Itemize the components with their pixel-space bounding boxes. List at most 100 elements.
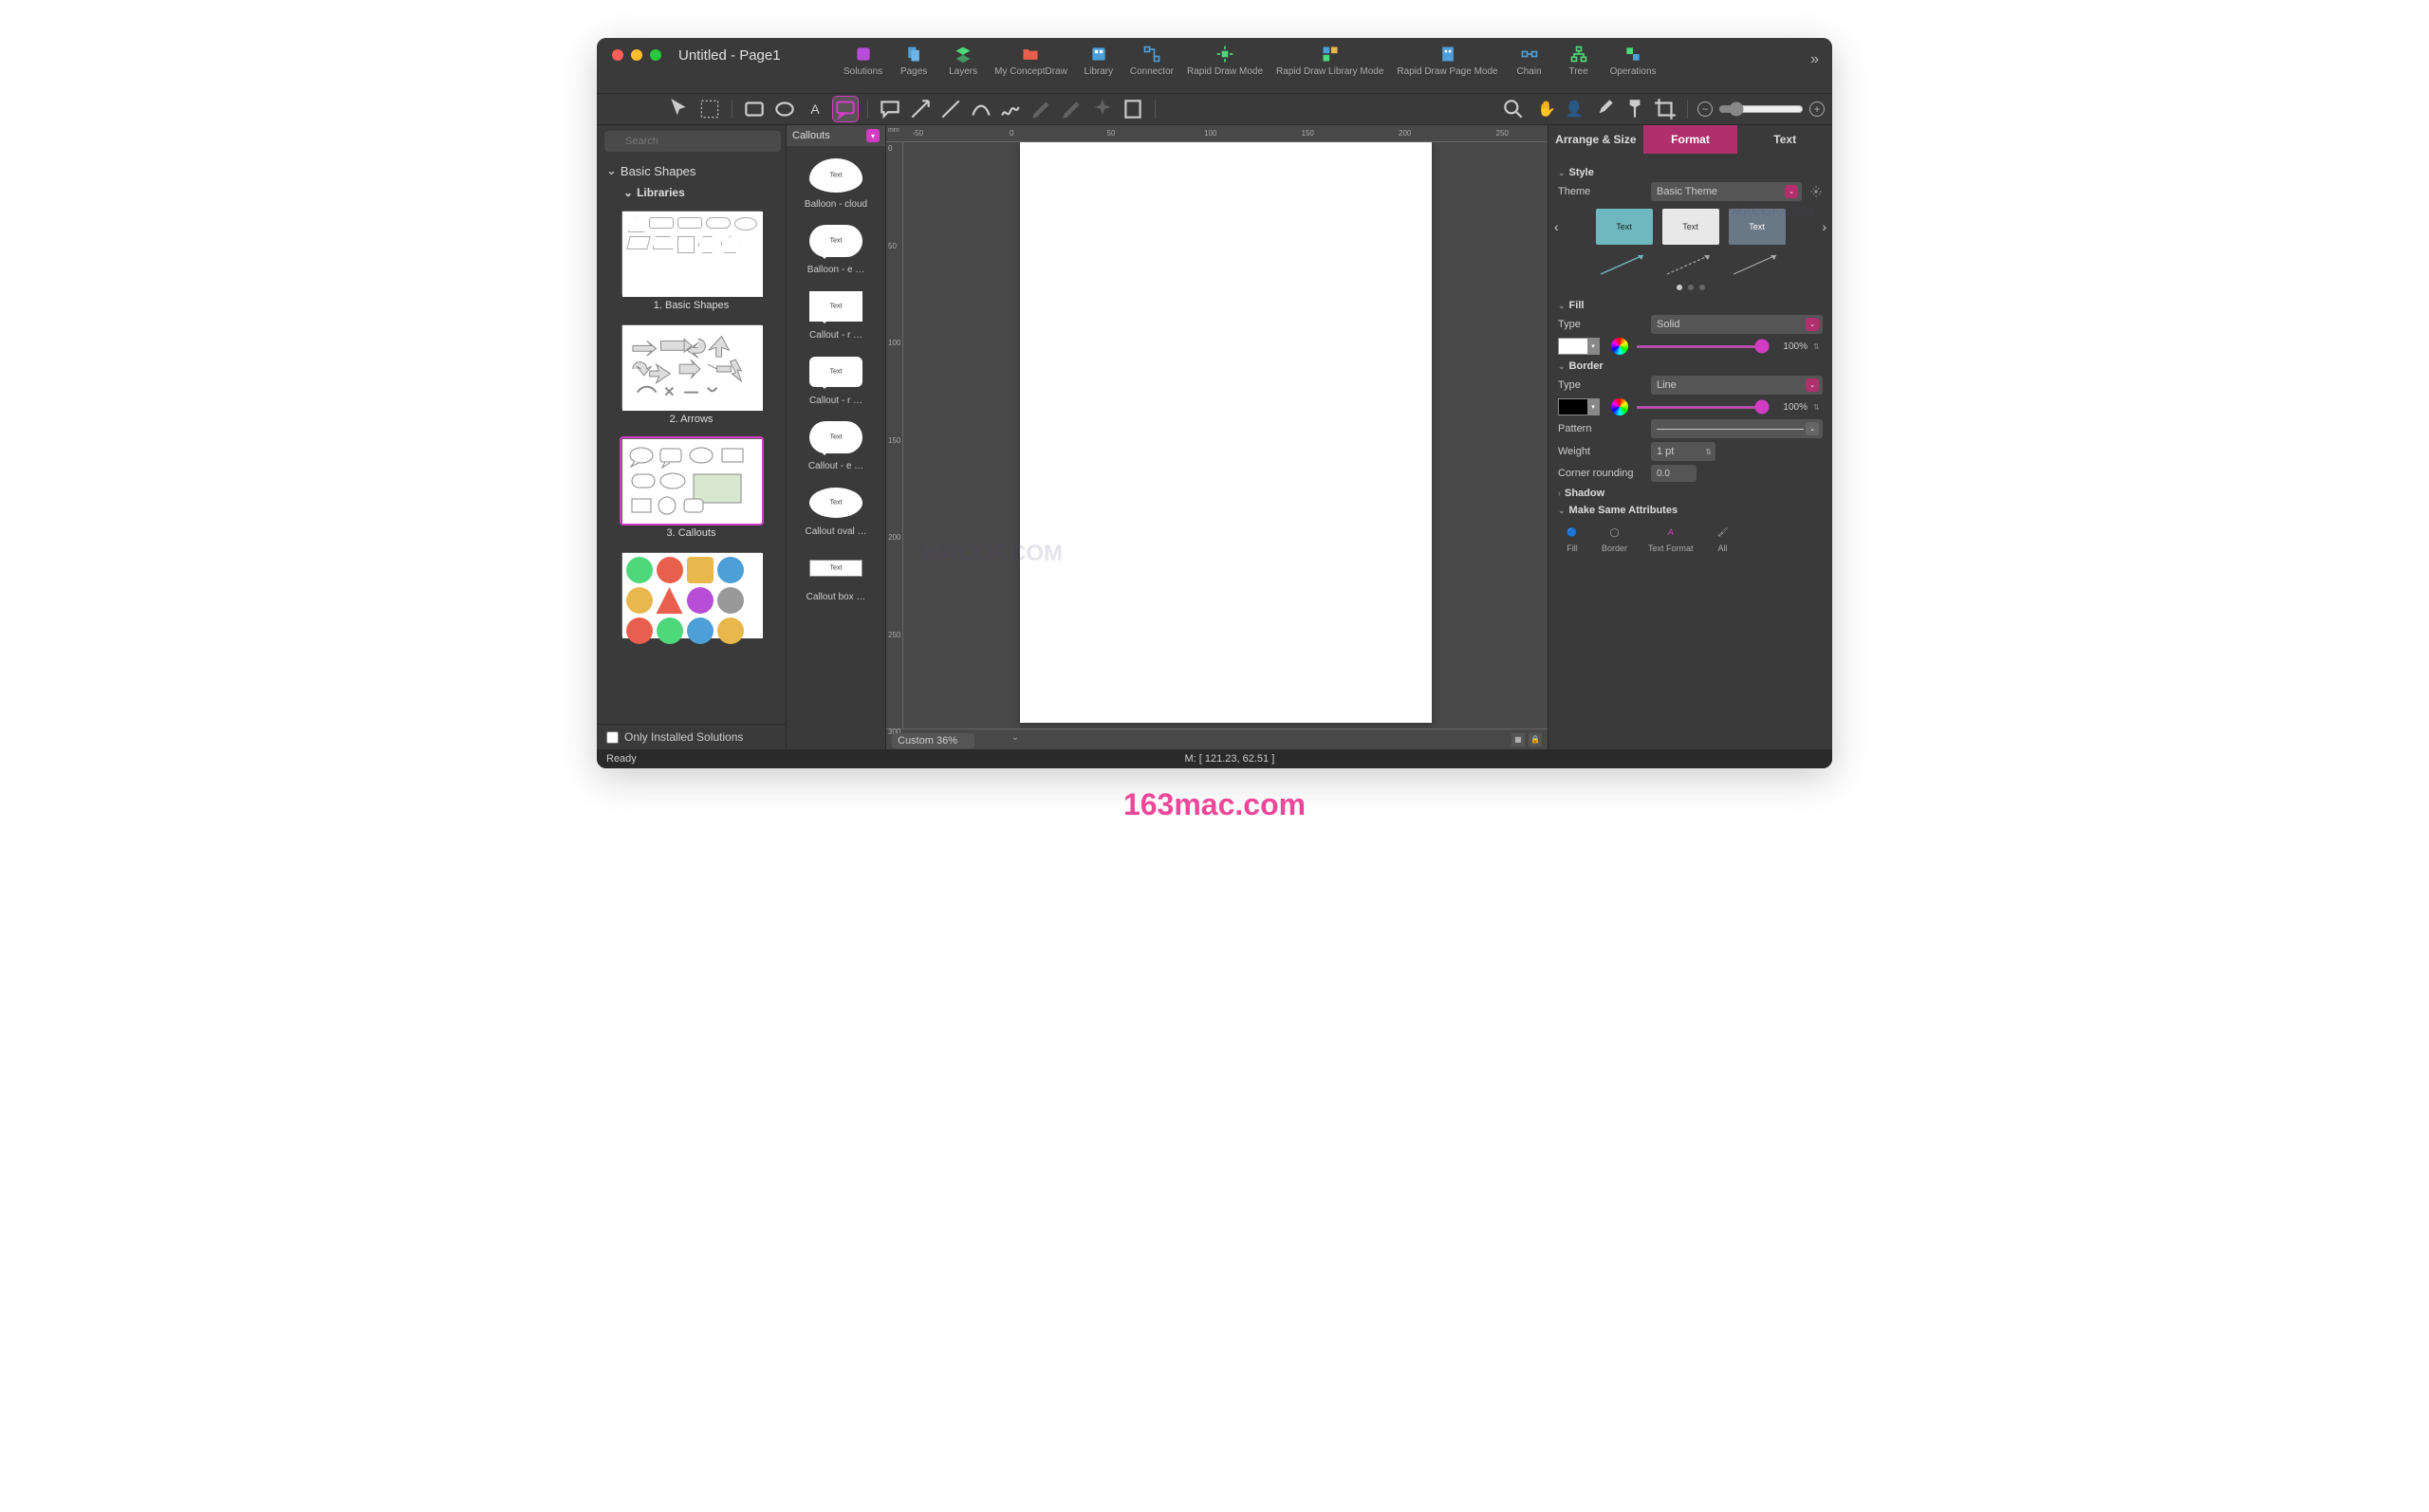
- arrow-draw-tool[interactable]: [908, 97, 933, 121]
- toolbar-rapid[interactable]: Rapid Draw Mode: [1187, 44, 1263, 77]
- fill-color-wheel-icon[interactable]: [1611, 338, 1628, 355]
- zoom-window-button[interactable]: [650, 49, 661, 61]
- snap-toggle[interactable]: ▦: [1511, 733, 1525, 747]
- msa-all-button[interactable]: 🖌All: [1715, 524, 1732, 553]
- border-color-swatch[interactable]: ▾: [1558, 398, 1600, 415]
- library-item[interactable]: 2. Arrows: [610, 324, 772, 425]
- freehand-tool[interactable]: [999, 97, 1024, 121]
- toolbar-rapid-lib[interactable]: Rapid Draw Library Mode: [1276, 44, 1383, 77]
- edit-path-tool[interactable]: [1060, 97, 1085, 121]
- format-tab-arrange-size[interactable]: Arrange & Size: [1548, 125, 1643, 154]
- theme-thumb-1[interactable]: Text: [1596, 209, 1653, 245]
- selection-tool[interactable]: [697, 97, 722, 121]
- zoom-select[interactable]: Custom 36%: [892, 733, 974, 748]
- zoom-out-icon[interactable]: −: [1697, 101, 1713, 117]
- window-controls: [612, 49, 661, 61]
- msa-fill-button[interactable]: 🔵Fill: [1564, 524, 1581, 553]
- ellipse-tool[interactable]: [772, 97, 797, 121]
- msa-text-button[interactable]: AText Format: [1648, 524, 1694, 553]
- fill-color-swatch[interactable]: ▾: [1558, 338, 1600, 355]
- shape-item[interactable]: TextCallout box …: [790, 544, 881, 602]
- toolbar-folder[interactable]: My ConceptDraw: [994, 44, 1067, 77]
- note-tool[interactable]: [1121, 97, 1145, 121]
- format-tab-format[interactable]: Format: [1643, 125, 1738, 154]
- text-tool[interactable]: A: [803, 97, 827, 121]
- smart-tool[interactable]: [1090, 97, 1115, 121]
- shape-item[interactable]: TextCallout - r …: [790, 283, 881, 341]
- page-canvas[interactable]: [1020, 142, 1432, 723]
- connector-style-2[interactable]: [1662, 250, 1719, 279]
- toolbar-library[interactable]: Library: [1081, 44, 1117, 77]
- zoom-slider[interactable]: [1718, 101, 1804, 117]
- theme-thumb-3[interactable]: Text: [1729, 209, 1786, 245]
- toolbar-connector[interactable]: Connector: [1130, 44, 1174, 77]
- connector-style-1[interactable]: [1596, 250, 1653, 279]
- fill-type-dropdown[interactable]: Solid⌄: [1651, 315, 1823, 334]
- pattern-dropdown[interactable]: ⌄: [1651, 419, 1823, 438]
- corner-field[interactable]: 0.0: [1651, 465, 1697, 482]
- fill-opacity-slider[interactable]: [1636, 345, 1770, 348]
- pan-tool[interactable]: ✋: [1531, 97, 1556, 121]
- connector-style-3[interactable]: [1729, 250, 1786, 279]
- format-tab-text[interactable]: Text: [1737, 125, 1832, 154]
- toolbar-pages[interactable]: Pages: [896, 44, 932, 77]
- minimize-window-button[interactable]: [631, 49, 642, 61]
- library-item[interactable]: 1. Basic Shapes: [610, 211, 772, 311]
- format-painter-tool[interactable]: [1622, 97, 1647, 121]
- shape-item[interactable]: TextCallout oval …: [790, 479, 881, 537]
- theme-settings-icon[interactable]: [1809, 185, 1823, 198]
- shape-item[interactable]: TextBalloon - e …: [790, 217, 881, 275]
- border-type-dropdown[interactable]: Line⌄: [1651, 376, 1823, 395]
- only-installed-checkbox[interactable]: [606, 731, 619, 744]
- weight-dropdown[interactable]: 1 pt⇅: [1651, 442, 1715, 461]
- library-item[interactable]: 3. Callouts: [610, 438, 772, 539]
- ruler-unit-label: mm: [888, 127, 899, 134]
- lock-toggle[interactable]: 🔒: [1529, 733, 1542, 747]
- toolbar-ops[interactable]: Operations: [1610, 44, 1657, 77]
- theme-dropdown[interactable]: Basic Theme⌄: [1651, 182, 1802, 201]
- library-item[interactable]: [610, 552, 772, 637]
- theme-prev-icon[interactable]: ‹: [1554, 219, 1559, 234]
- only-installed-checkbox-row[interactable]: Only Installed Solutions: [597, 724, 786, 749]
- zoom-tool[interactable]: [1501, 97, 1526, 121]
- msa-border-button[interactable]: ◯Border: [1602, 524, 1627, 553]
- toolbar-layers[interactable]: Layers: [945, 44, 981, 77]
- user-tool[interactable]: 👤: [1562, 97, 1586, 121]
- shape-item[interactable]: TextCallout - r …: [790, 348, 881, 406]
- rectangle-tool[interactable]: [742, 97, 767, 121]
- fill-section-header[interactable]: ⌄Fill: [1558, 300, 1823, 311]
- shapes-dropdown-icon[interactable]: ▾: [866, 129, 880, 142]
- tree-root[interactable]: ⌄ Basic Shapes: [597, 157, 786, 184]
- chat-tool[interactable]: [878, 97, 902, 121]
- border-opacity-stepper[interactable]: ⇅: [1813, 403, 1823, 412]
- crop-tool[interactable]: [1653, 97, 1678, 121]
- fill-opacity-stepper[interactable]: ⇅: [1813, 342, 1823, 351]
- toolbar-overflow-icon[interactable]: »: [1810, 51, 1819, 68]
- border-opacity-slider[interactable]: [1636, 406, 1770, 409]
- curve-tool[interactable]: [969, 97, 993, 121]
- toolbar-rapid-page[interactable]: Rapid Draw Page Mode: [1397, 44, 1497, 77]
- toolbar-tree[interactable]: Tree: [1561, 44, 1597, 77]
- pointer-tool[interactable]: [667, 97, 692, 121]
- shape-item[interactable]: TextBalloon - cloud: [790, 152, 881, 210]
- canvas-scroll[interactable]: MACGF.COM: [903, 142, 1548, 728]
- border-color-wheel-icon[interactable]: [1611, 398, 1628, 415]
- border-section-header[interactable]: ⌄Border: [1558, 360, 1823, 372]
- theme-next-icon[interactable]: ›: [1822, 219, 1826, 234]
- eyedropper-tool[interactable]: [1592, 97, 1617, 121]
- toolbar-solutions[interactable]: Solutions: [844, 44, 882, 77]
- zoom-in-icon[interactable]: +: [1809, 101, 1825, 117]
- callout-tool[interactable]: [833, 97, 858, 121]
- shadow-section-header[interactable]: ›Shadow: [1558, 488, 1823, 499]
- theme-thumb-2[interactable]: Text: [1662, 209, 1719, 245]
- search-input[interactable]: [604, 131, 781, 152]
- tree-libraries[interactable]: ⌄ Libraries: [597, 184, 786, 205]
- style-section-header[interactable]: ⌄Style: [1558, 167, 1823, 178]
- close-window-button[interactable]: [612, 49, 623, 61]
- toolbar-chain[interactable]: Chain: [1511, 44, 1548, 77]
- shapes-panel-header[interactable]: Callouts ▾: [787, 125, 885, 146]
- line-tool[interactable]: [938, 97, 963, 121]
- pen-tool[interactable]: [1029, 97, 1054, 121]
- make-same-attributes-header[interactable]: ⌄Make Same Attributes: [1558, 505, 1823, 516]
- shape-item[interactable]: TextCallout - e …: [790, 414, 881, 471]
